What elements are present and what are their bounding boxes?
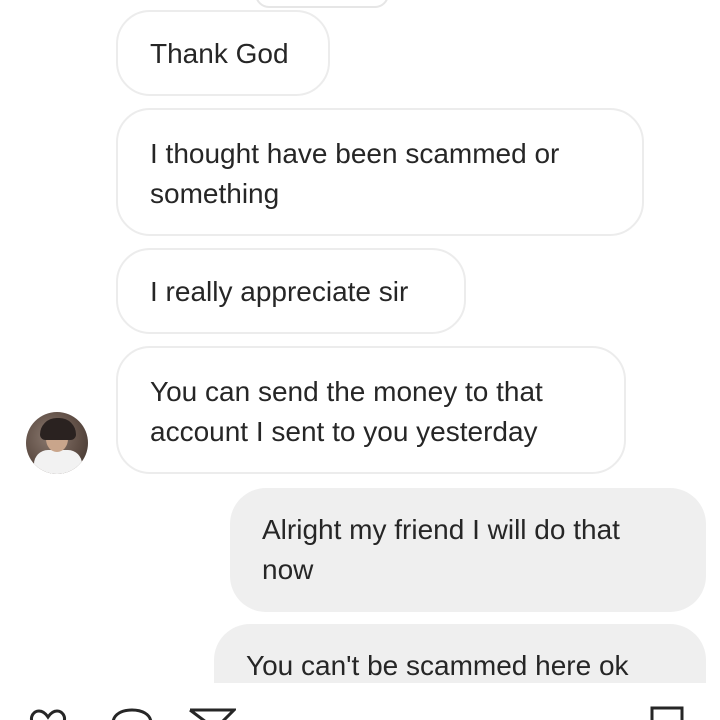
heart-icon[interactable] [28,708,68,720]
sender-avatar[interactable] [26,412,88,474]
message-line: You can't be scammed here ok [246,650,629,681]
message-line: You can send the money to that [150,376,543,407]
bookmark-icon[interactable] [648,705,686,720]
screenshot: Thank God I thought have been scammed or… [0,0,720,720]
message-line: I really appreciate sir [150,276,409,307]
message-bubble-incoming[interactable]: Thank God [116,10,330,96]
message-bubble-incoming[interactable]: You can send the money to that account I… [116,346,626,474]
message-line: Alright my friend I will do that [262,514,620,545]
post-action-bar [0,683,720,720]
message-line: now [262,554,314,585]
message-line: something [150,178,280,209]
message-thread[interactable]: Thank God I thought have been scammed or… [0,0,720,683]
message-line: Thank God [150,38,289,69]
comment-icon[interactable] [110,708,154,720]
previous-message-bubble [255,0,389,8]
send-icon[interactable] [188,708,236,720]
message-line: I thought have been scammed or [150,138,560,169]
message-bubble-incoming[interactable]: I thought have been scammed or something [116,108,644,236]
message-bubble-outgoing[interactable]: Alright my friend I will do that now [230,488,706,612]
message-line: account I sent to you yesterday [150,416,538,447]
message-bubble-incoming[interactable]: I really appreciate sir [116,248,466,334]
message-bubble-outgoing[interactable]: You can't be scammed here ok [214,624,706,683]
